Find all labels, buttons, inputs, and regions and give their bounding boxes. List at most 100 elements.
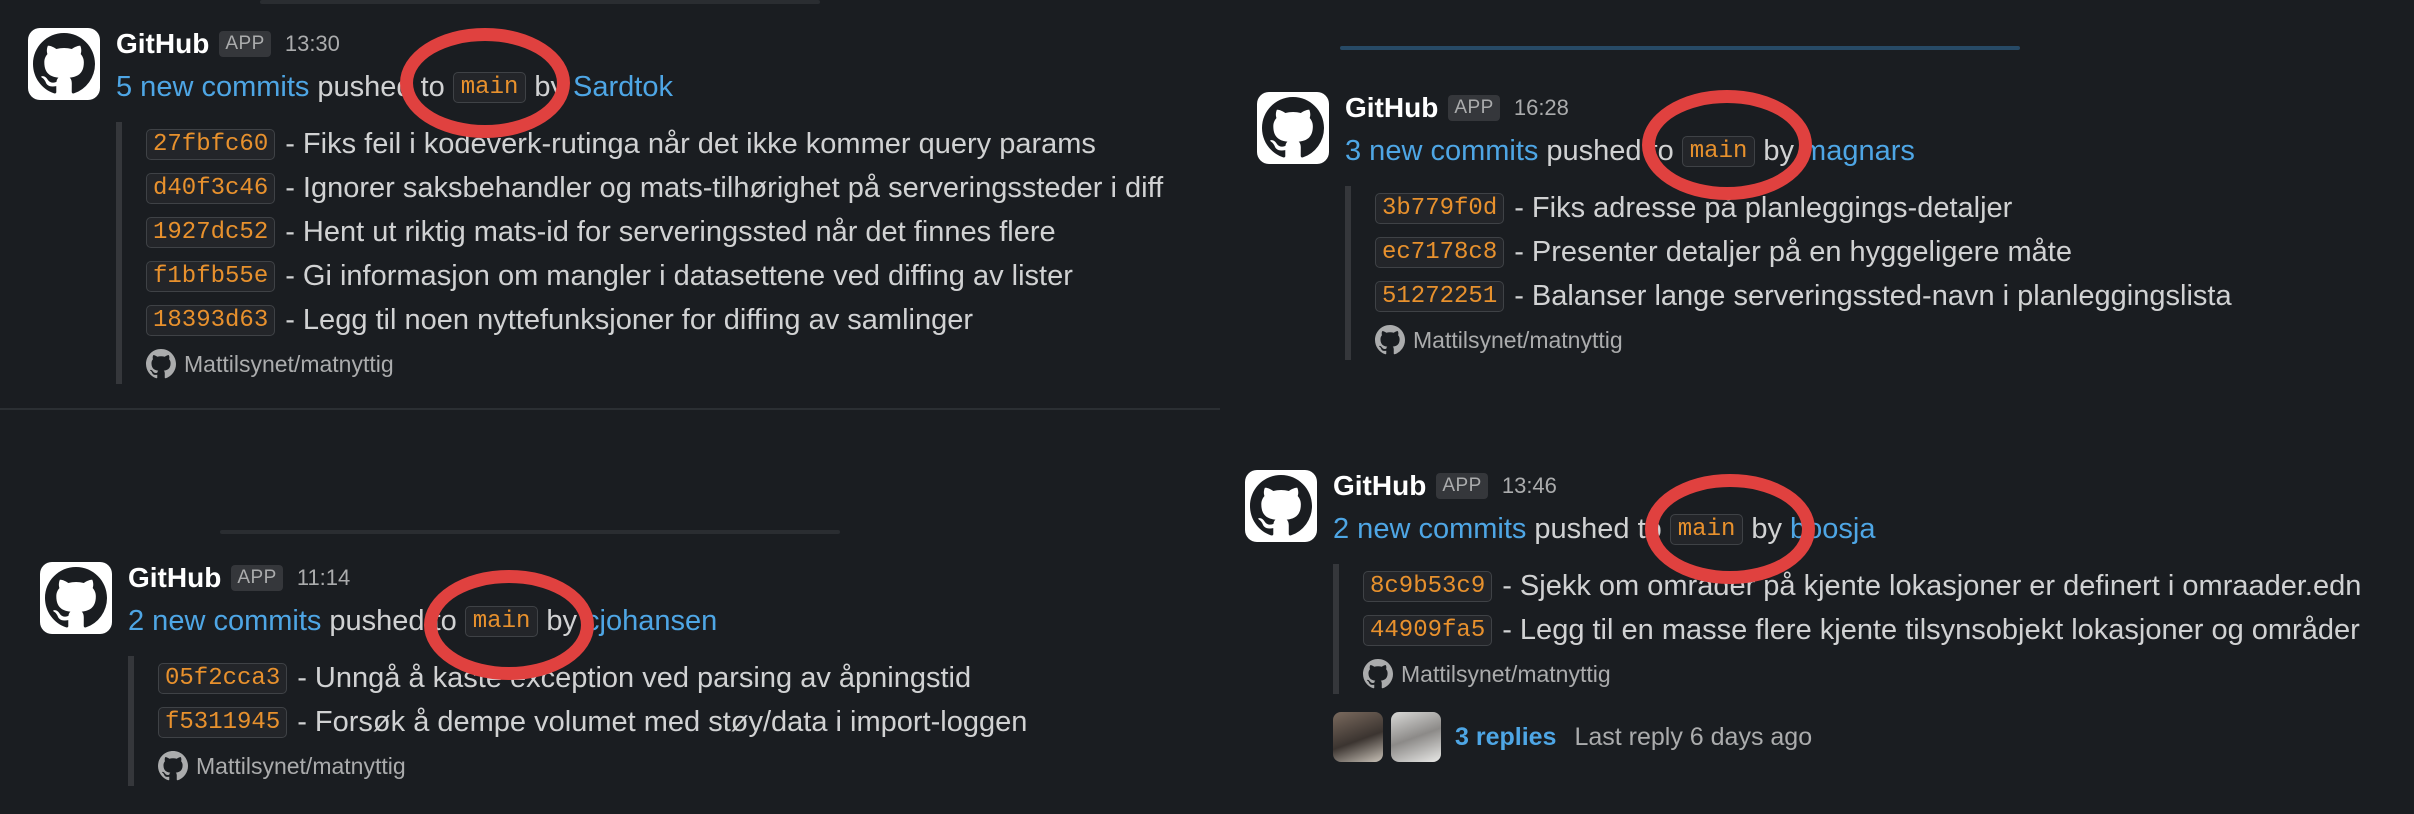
- app-badge: APP: [1448, 95, 1500, 121]
- pushed-text: pushed to: [1534, 512, 1662, 545]
- github-small-icon: [1375, 325, 1405, 355]
- commit-sha[interactable]: 1927dc52: [146, 216, 276, 248]
- repo-footer: Mattilsynet/matnyttig: [146, 344, 1163, 384]
- author-link[interactable]: boosja: [1790, 513, 1875, 546]
- commit-sha[interactable]: 44909fa5: [1363, 614, 1493, 646]
- repo-name[interactable]: Mattilsynet/matnyttig: [1413, 327, 1623, 354]
- message-panel-4: GitHub APP 13:46 2 new commits pushed to…: [1220, 430, 2414, 814]
- commit-message: - Ignorer saksbehandler og mats-tilhørig…: [285, 171, 1164, 204]
- commit-list: 8c9b53c9 - Sjekk om områder på kjente lok…: [1333, 564, 2361, 694]
- commits-link[interactable]: 3 new commits: [1345, 135, 1538, 168]
- commit-row: ec7178c8 - Presenter detaljer på en hygge…: [1375, 230, 2232, 274]
- replier-avatar: [1391, 712, 1441, 762]
- author-link[interactable]: magnars: [1802, 135, 1915, 168]
- cropped-text-line: [260, 0, 820, 4]
- commit-row: 1927dc52 - Hent ut riktig mats-id for ser…: [146, 210, 1163, 254]
- commit-sha[interactable]: 27fbfc60: [146, 128, 276, 160]
- commit-row: 05f2cca3 - Unngå å kaste exception ved pa…: [158, 656, 1027, 700]
- reply-count-link[interactable]: 3 replies: [1455, 723, 1556, 752]
- pushed-text: pushed to: [317, 70, 445, 103]
- commit-row: f1bfb55e - Gi informasjon om mangler i da…: [146, 254, 1163, 298]
- commit-row: 44909fa5 - Legg til en masse flere kjente…: [1363, 608, 2361, 652]
- commit-message: - Balanser lange serveringssted-navn i p…: [1514, 279, 2232, 312]
- message-content: GitHub APP 13:46 2 new commits pushed to…: [1333, 466, 2361, 694]
- author-link[interactable]: Sardtok: [573, 71, 673, 104]
- repo-name[interactable]: Mattilsynet/matnyttig: [184, 351, 394, 378]
- sender-name[interactable]: GitHub: [1333, 470, 1426, 502]
- commit-list: 27fbfc60 - Fiks feil i kodeverk-rutinga n…: [116, 122, 1163, 384]
- commit-message: - Hent ut riktig mats-id for serveringss…: [285, 215, 1056, 248]
- timestamp[interactable]: 11:14: [297, 565, 350, 591]
- by-text: by: [1751, 512, 1783, 545]
- github-octocat-icon: [45, 567, 107, 628]
- repo-name[interactable]: Mattilsynet/matnyttig: [196, 753, 406, 780]
- sender-name[interactable]: GitHub: [128, 562, 221, 594]
- repo-footer: Mattilsynet/matnyttig: [158, 746, 1027, 786]
- app-badge: APP: [231, 565, 283, 591]
- commit-sha[interactable]: 05f2cca3: [158, 662, 288, 694]
- commit-sha[interactable]: 18393d63: [146, 304, 276, 336]
- commit-row: f5311945 - Forsøk å dempe volumet med stø…: [158, 700, 1027, 744]
- commit-row: 18393d63 - Legg til noen nyttefunksjoner …: [146, 298, 1163, 342]
- sender-name[interactable]: GitHub: [1345, 92, 1438, 124]
- commit-message: - Fiks adresse på planleggings-detaljer: [1514, 191, 2013, 224]
- message-content: GitHub APP 11:14 2 new commits pushed to…: [128, 558, 1027, 786]
- commit-row: 8c9b53c9 - Sjekk om områder på kjente lok…: [1363, 564, 2361, 608]
- message-content: GitHub APP 16:28 3 new commits pushed to…: [1345, 88, 2232, 360]
- pushed-text: pushed to: [329, 604, 457, 637]
- by-text: by: [534, 70, 566, 103]
- by-text: by: [1763, 134, 1795, 167]
- cropped-text-line: [1340, 46, 2020, 50]
- branch-name: main: [464, 605, 539, 637]
- commit-message: - Presenter detaljer på en hyggeligere m…: [1514, 235, 2072, 268]
- github-small-icon: [158, 751, 188, 781]
- commit-sha[interactable]: f1bfb55e: [146, 260, 276, 292]
- commit-sha[interactable]: 51272251: [1375, 280, 1505, 312]
- cropped-text-line: [220, 530, 840, 534]
- message-panel-1: GitHub APP 13:30 5 new commits pushed to…: [0, 0, 1220, 410]
- commit-row: d40f3c46 - Ignorer saksbehandler og mats-…: [146, 166, 1163, 210]
- github-avatar[interactable]: [28, 28, 100, 100]
- commit-sha[interactable]: f5311945: [158, 706, 288, 738]
- thread-replies[interactable]: 3 replies Last reply 6 days ago: [1333, 712, 1812, 762]
- github-small-icon: [1363, 659, 1393, 689]
- pushed-text: pushed to: [1546, 134, 1674, 167]
- commit-message: - Legg til noen nyttefunksjoner for diff…: [285, 303, 974, 336]
- timestamp[interactable]: 13:30: [285, 31, 340, 57]
- commit-list: 3b779f0d - Fiks adresse på planleggings-d…: [1345, 186, 2232, 360]
- github-octocat-icon: [1250, 475, 1312, 536]
- commit-sha[interactable]: d40f3c46: [146, 172, 276, 204]
- repo-footer: Mattilsynet/matnyttig: [1363, 654, 2361, 694]
- commit-row: 3b779f0d - Fiks adresse på planleggings-d…: [1375, 186, 2232, 230]
- timestamp[interactable]: 16:28: [1514, 95, 1569, 121]
- timestamp[interactable]: 13:46: [1502, 473, 1557, 499]
- github-octocat-icon: [1262, 97, 1324, 158]
- github-avatar[interactable]: [1257, 92, 1329, 164]
- commit-sha[interactable]: 3b779f0d: [1375, 192, 1505, 224]
- commit-sha[interactable]: 8c9b53c9: [1363, 570, 1493, 602]
- message-panel-3: GitHub APP 16:28 3 new commits pushed to…: [1220, 0, 2414, 430]
- author-link[interactable]: cjohansen: [585, 605, 717, 638]
- commit-sha[interactable]: ec7178c8: [1375, 236, 1505, 268]
- message-content: GitHub APP 13:30 5 new commits pushed to…: [116, 24, 1163, 384]
- commit-list: 05f2cca3 - Unngå å kaste exception ved pa…: [128, 656, 1027, 786]
- repo-name[interactable]: Mattilsynet/matnyttig: [1401, 661, 1611, 688]
- commits-link[interactable]: 2 new commits: [128, 605, 321, 638]
- sender-name[interactable]: GitHub: [116, 28, 209, 60]
- commits-link[interactable]: 5 new commits: [116, 71, 309, 104]
- github-avatar[interactable]: [40, 562, 112, 634]
- commit-message: - Unngå å kaste exception ved parsing av…: [297, 661, 972, 694]
- commit-message: - Fiks feil i kodeverk-rutinga når det i…: [285, 127, 1096, 160]
- github-octocat-icon: [33, 33, 95, 94]
- branch-name: main: [1669, 513, 1744, 545]
- commit-message: - Forsøk å dempe volumet med støy/data i…: [297, 705, 1028, 738]
- commit-row: 27fbfc60 - Fiks feil i kodeverk-rutinga n…: [146, 122, 1163, 166]
- github-avatar[interactable]: [1245, 470, 1317, 542]
- commit-message: - Gi informasjon om mangler i datasetten…: [285, 259, 1073, 292]
- branch-name: main: [452, 71, 527, 103]
- commits-link[interactable]: 2 new commits: [1333, 513, 1526, 546]
- commit-message: - Sjekk om områder på kjente lokasjoner …: [1502, 569, 2362, 602]
- by-text: by: [546, 604, 578, 637]
- app-badge: APP: [219, 31, 271, 57]
- message-panel-2: GitHub APP 11:14 2 new commits pushed to…: [0, 410, 1220, 814]
